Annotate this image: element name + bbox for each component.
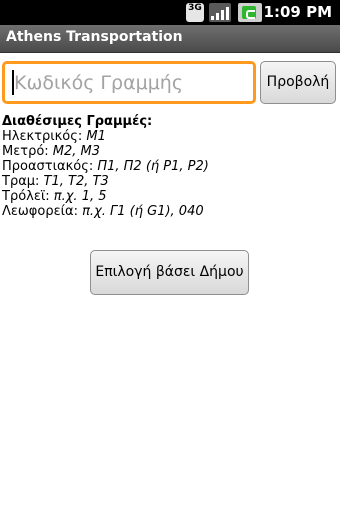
text-caret xyxy=(12,70,14,95)
select-by-municipality-button[interactable]: Επιλογή βάσει Δήμου xyxy=(90,250,249,295)
line-value: Π1, Π2 (ή P1, P2) xyxy=(97,159,209,174)
line-value: M1 xyxy=(86,129,106,144)
line-row-metro: Μετρό: M2, M3 xyxy=(2,144,336,159)
battery-charging-icon xyxy=(238,3,262,22)
line-row-electric: Ηλεκτρικός: M1 xyxy=(2,129,336,144)
line-value: π.χ. 1, 5 xyxy=(53,189,107,204)
line-row-suburban: Προαστιακός: Π1, Π2 (ή P1, P2) xyxy=(2,159,336,174)
line-label: Προαστιακός: xyxy=(2,159,98,174)
status-time: 1:09 PM xyxy=(263,3,332,21)
line-label: Τρόλεϊ: xyxy=(2,189,54,204)
line-row-trolley: Τρόλεϊ: π.χ. 1, 5 xyxy=(2,189,336,204)
available-lines-info: Διαθέσιμες Γραμμές: Ηλεκτρικός: M1 Μετρό… xyxy=(2,114,336,219)
line-value: π.χ. Γ1 (ή G1), 040 xyxy=(82,204,204,219)
app-title-bar: Athens Transportation xyxy=(0,25,340,53)
signal-strength-icon xyxy=(209,3,231,22)
line-value: T1, T2, T3 xyxy=(43,174,109,189)
view-button[interactable]: Προβολή xyxy=(260,61,336,104)
line-code-input[interactable] xyxy=(2,61,256,104)
line-label: Ηλεκτρικός: xyxy=(2,129,87,144)
app-title: Athens Transportation xyxy=(6,29,183,45)
line-label: Λεωφορεία: xyxy=(2,204,83,219)
status-bar: 3G 1:09 PM xyxy=(0,0,340,25)
line-value: M2, M3 xyxy=(52,144,101,159)
line-row-bus: Λεωφορεία: π.χ. Γ1 (ή G1), 040 xyxy=(2,204,336,219)
line-label: Μετρό: xyxy=(2,144,53,159)
network-3g-icon: 3G xyxy=(186,3,204,22)
line-label: Τραμ: xyxy=(2,174,44,189)
available-lines-title: Διαθέσιμες Γραμμές: xyxy=(2,114,153,129)
line-row-tram: Τραμ: T1, T2, T3 xyxy=(2,174,336,189)
